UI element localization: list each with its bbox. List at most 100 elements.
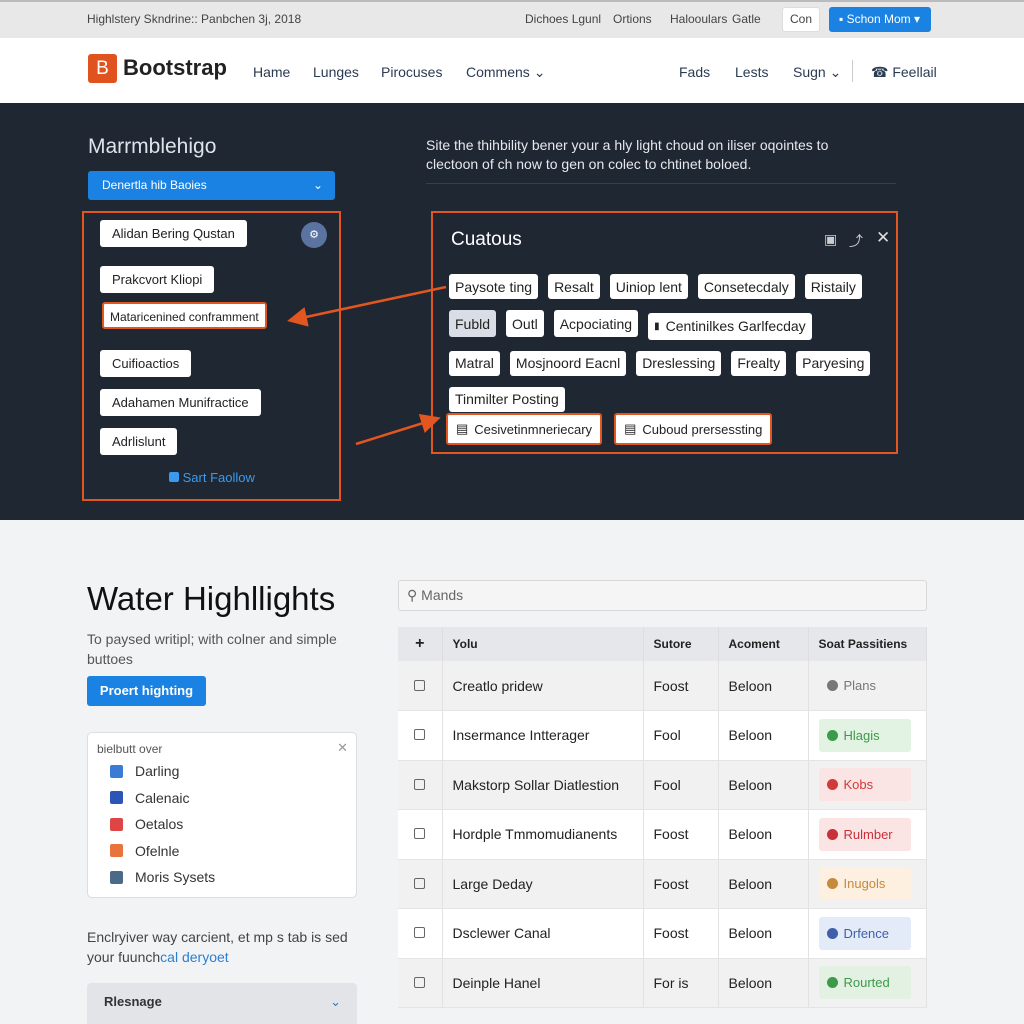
row-checkbox[interactable] <box>414 778 426 790</box>
row-col3: Beloon <box>718 859 809 909</box>
row-col2: For is <box>643 958 719 1008</box>
con-button[interactable]: Con <box>782 7 820 32</box>
table-row[interactable]: Dsclewer Canal Foost Beloon Drfence <box>398 908 927 959</box>
card-item[interactable]: Oetalos <box>88 811 356 838</box>
accordion-label: Rlesnage <box>104 994 162 1009</box>
feedback-link[interactable]: ☎ Feellail <box>871 64 937 81</box>
section-heading: Water Highllights <box>87 580 336 617</box>
row-col2: Fool <box>643 710 719 761</box>
row-checkbox-cell <box>398 908 443 959</box>
annotation-arrows <box>287 285 447 446</box>
row-checkbox[interactable] <box>414 679 426 691</box>
chevron-down-icon: ⌄ <box>533 64 546 80</box>
app-icon <box>110 764 123 778</box>
row-col3: Beloon <box>718 661 809 711</box>
row-status-cell: Hlagis <box>808 710 927 761</box>
row-checkbox-cell <box>398 710 443 761</box>
options-card: bielbutt over ✕ Darling Calenaic Oetalos… <box>87 732 357 898</box>
row-status-cell: Kobs <box>808 760 927 810</box>
top-bar-title: Highlstery Skndrine:: Panbchen 3j, 2018 <box>87 12 302 26</box>
row-name: Deinple Hanel <box>442 958 644 1008</box>
table-row[interactable]: Makstorp Sollar Diatlestion Fool Beloon … <box>398 760 927 810</box>
nav-right-2[interactable]: Lests <box>735 64 768 80</box>
card-item-label: Calenaic <box>135 789 190 806</box>
navbar: B Bootstrap Hame Lunges Pirocuses Commen… <box>0 38 1024 103</box>
app-icon <box>110 817 123 831</box>
row-name: Dsclewer Canal <box>442 908 644 959</box>
top-link-1[interactable]: Dichoes Lgunl <box>525 12 601 26</box>
nav-right-3-label: Sugn <box>793 64 826 80</box>
arrow-right <box>355 413 441 446</box>
row-checkbox[interactable] <box>414 729 426 741</box>
row-status-cell: Inugols <box>808 859 927 909</box>
card-item-label: Darling <box>135 763 180 780</box>
row-checkbox[interactable] <box>414 877 426 889</box>
row-checkbox-cell <box>398 809 443 860</box>
row-checkbox[interactable] <box>414 927 426 939</box>
row-col3: Beloon <box>718 809 809 860</box>
row-name: Creatlo pridew <box>442 661 644 711</box>
top-link-2[interactable]: Ortions <box>613 12 652 26</box>
arrow-left <box>287 285 447 327</box>
status-dot-icon <box>826 779 838 791</box>
row-status-cell: Rulmber <box>808 809 927 860</box>
row-status-cell: Drfence <box>808 908 927 959</box>
chevron-down-icon: ▾ <box>910 12 920 26</box>
nav-item-4[interactable]: Commens ⌄ <box>466 64 545 81</box>
nav-right-1[interactable]: Fads <box>679 64 710 80</box>
top-link-4[interactable]: Gatle <box>732 12 761 26</box>
row-checkbox[interactable] <box>414 828 426 840</box>
column-header[interactable]: Sutore <box>643 627 719 661</box>
row-checkbox-cell <box>398 661 443 711</box>
square-icon: ▪ <box>839 12 847 26</box>
section-subtitle: To paysed writipl; with colner and simpl… <box>87 631 337 667</box>
column-header[interactable]: Soat Passitiens <box>808 627 927 661</box>
card-item[interactable]: Darling <box>88 758 356 785</box>
row-checkbox[interactable] <box>414 976 426 988</box>
feedback-label: Feellail <box>892 64 937 80</box>
nav-item-home[interactable]: Hame <box>253 64 290 80</box>
primary-top-button[interactable]: ▪ Schon Mom ▾ <box>829 7 931 32</box>
nav-item-2[interactable]: Lunges <box>313 64 359 80</box>
top-link-3[interactable]: Halooulars <box>670 12 727 26</box>
table-row[interactable]: Creatlo pridew Foost Beloon Plans <box>398 661 927 711</box>
nav-item-3[interactable]: Pirocuses <box>381 64 442 80</box>
add-column-button[interactable]: + <box>398 627 443 661</box>
card-item[interactable]: Calenaic <box>88 785 356 812</box>
primary-top-button-label: Schon Mom <box>846 12 911 26</box>
note-link[interactable]: cal deryoet <box>160 949 228 965</box>
accordion-header[interactable]: Rlesnage ⌄ <box>87 983 357 1024</box>
row-col2: Foost <box>643 908 719 959</box>
card-item-label: Oetalos <box>135 816 184 833</box>
table-row[interactable]: Insermance Intterager Fool Beloon Hlagis <box>398 710 927 761</box>
row-status-cell: Rourted <box>808 958 927 1008</box>
status-dot-icon <box>826 680 838 691</box>
chevron-down-icon: ⌄ <box>829 64 842 80</box>
row-status-cell: Plans <box>808 661 927 711</box>
row-checkbox-cell <box>398 859 443 909</box>
table-row[interactable]: Hordple Tmmomudianents Foost Beloon Rulm… <box>398 809 927 860</box>
search-input[interactable]: ⚲ Mands <box>398 580 927 611</box>
table-row[interactable]: Deinple Hanel For is Beloon Rourted <box>398 958 927 1008</box>
brand-logo[interactable]: B <box>88 54 117 83</box>
status-dot-icon <box>826 927 838 939</box>
status-dot-icon <box>826 729 838 741</box>
close-icon[interactable]: ✕ <box>337 740 348 756</box>
highlight-button[interactable]: Proert highting <box>87 676 206 706</box>
card-item[interactable]: Ofelnle <box>88 838 356 865</box>
brand-name[interactable]: Bootstrap <box>123 55 227 81</box>
row-name: Insermance Intterager <box>442 710 644 761</box>
nav-right-3[interactable]: Sugn ⌄ <box>793 64 841 81</box>
table-row[interactable]: Large Deday Foost Beloon Inugols <box>398 859 927 909</box>
column-header[interactable]: Yolu <box>442 627 644 661</box>
search-placeholder: Mands <box>421 587 464 603</box>
status-dot-icon <box>826 878 838 890</box>
status-dot-icon <box>826 828 838 840</box>
data-table: + Yolu Sutore Acoment Soat Passitiens Cr… <box>398 627 927 1008</box>
app-icon <box>110 844 123 858</box>
note-text: Enclryiver way carcient, et mp s tab is … <box>87 927 357 967</box>
column-header[interactable]: Acoment <box>718 627 809 661</box>
card-item[interactable]: Moris Sysets <box>88 864 356 891</box>
row-col2: Foost <box>643 661 719 711</box>
row-name: Large Deday <box>442 859 644 909</box>
